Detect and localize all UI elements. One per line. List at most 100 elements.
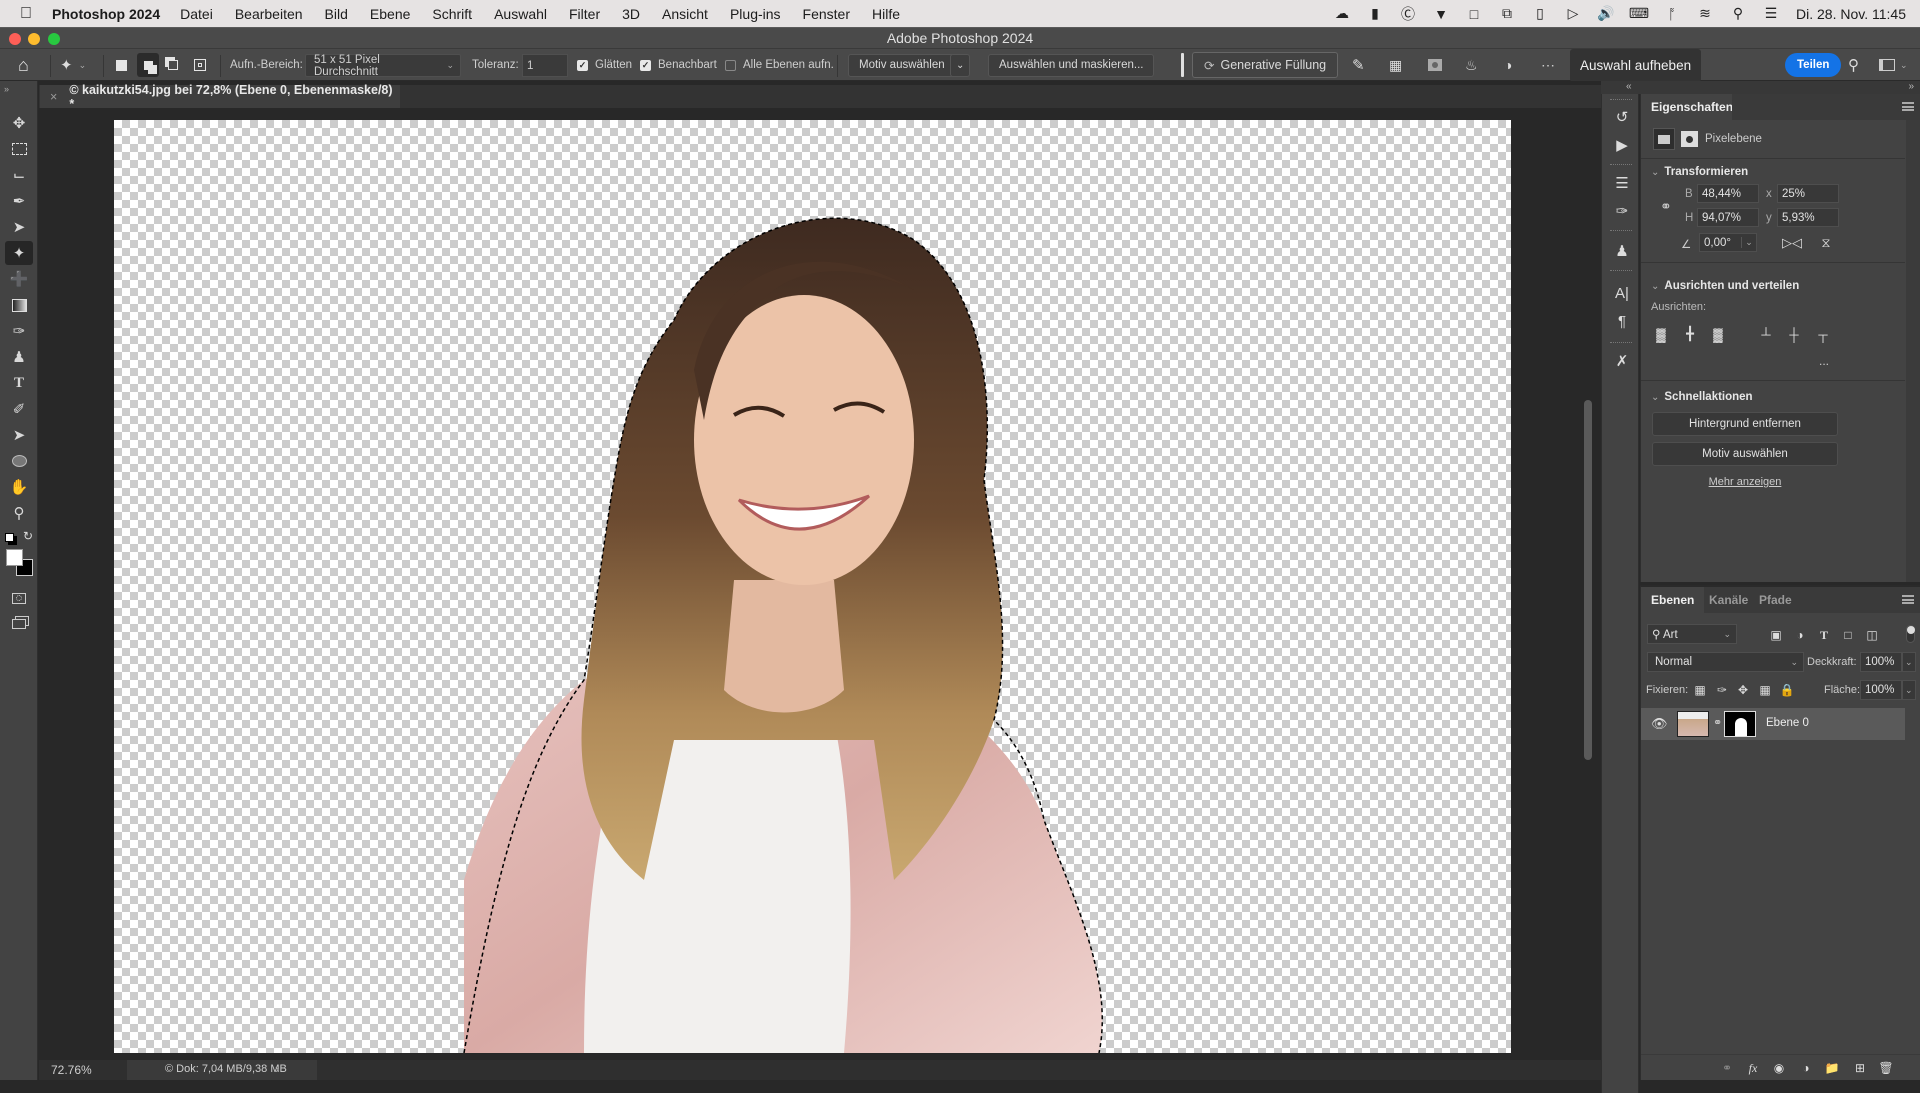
ellipse-tool-icon[interactable] [5, 449, 33, 473]
layer-filter-dropdown[interactable]: ⚲ Art ⌄ [1647, 624, 1737, 644]
default-colors-icon[interactable] [5, 533, 14, 542]
intersect-selection-icon[interactable] [194, 49, 206, 81]
foreground-color-swatch[interactable] [6, 549, 23, 566]
align-right-edges-icon[interactable]: ▓ [1710, 326, 1726, 342]
transform-section-header[interactable]: ⌄ Transformieren [1651, 166, 1748, 178]
menu-hilfe[interactable]: Hilfe [872, 6, 900, 22]
menu-plugins[interactable]: Plug-ins [730, 6, 781, 22]
layer-style-fx-icon[interactable]: fx [1745, 1060, 1761, 1076]
zoom-level[interactable]: 72.76% [51, 1063, 92, 1077]
healing-brush-tool-icon[interactable]: ➕ [5, 267, 33, 291]
battery-monitor-icon[interactable]: ▮ [1367, 5, 1383, 22]
filter-toggle[interactable] [1906, 625, 1915, 643]
sample-size-dropdown[interactable]: 51 x 51 Pixel Durchschnitt ⌄ [305, 54, 461, 78]
lock-all-icon[interactable]: 🔒 [1779, 682, 1795, 698]
menubar-clock[interactable]: Di. 28. Nov. 11:45 [1796, 6, 1906, 22]
character-panel-icon[interactable]: A| [1611, 282, 1633, 304]
align-bottom-edges-icon[interactable]: ┬ [1815, 326, 1831, 342]
link-layers-icon[interactable]: ⚭ [1719, 1060, 1735, 1076]
opacity-input[interactable]: 100% [1860, 652, 1902, 672]
panel-menu-icon[interactable] [1902, 102, 1914, 111]
opacity-slider-toggle[interactable]: ⌄ [1902, 652, 1916, 672]
accessibility-icon[interactable]: Ⓒ [1400, 6, 1416, 22]
properties-scrollbar-track[interactable] [1906, 120, 1920, 582]
contextual-taskbar-handle[interactable] [1181, 53, 1184, 77]
new-group-icon[interactable]: 📁 [1824, 1060, 1840, 1076]
width-input[interactable]: 48,44% [1697, 184, 1759, 203]
search-icon[interactable]: ⚲ [1848, 49, 1859, 81]
magic-wand-preset-icon[interactable]: ✦ ⌄ [60, 49, 86, 81]
apple-menu-icon[interactable]:  [0, 5, 52, 23]
menu-bild[interactable]: Bild [325, 6, 348, 22]
tab-eigenschaften[interactable]: Eigenschaften [1641, 94, 1744, 120]
paragraph-panel-icon[interactable]: ¶ [1611, 310, 1633, 332]
x-input[interactable]: 25% [1777, 184, 1839, 203]
clone-source-panel-icon[interactable]: ♟ [1611, 240, 1633, 262]
blend-mode-dropdown[interactable]: Normal ⌄ [1647, 652, 1804, 672]
select-subject-dropdown[interactable]: ⌄ [950, 53, 971, 77]
menu-bearbeiten[interactable]: Bearbeiten [235, 6, 303, 22]
mask-icon[interactable] [1428, 49, 1442, 81]
history-panel-icon[interactable]: ↺ [1611, 106, 1633, 128]
keyboard-input-icon[interactable]: ⌨ [1629, 5, 1649, 22]
filter-pixel-layers-icon[interactable]: ▣ [1768, 627, 1784, 643]
fill-slider-toggle[interactable]: ⌄ [1902, 680, 1916, 700]
display-icon[interactable]: □ [1466, 6, 1482, 22]
align-section-header[interactable]: ⌄ Ausrichten und verteilen [1651, 280, 1799, 292]
link-proportions-icon[interactable]: ⚭ [1660, 198, 1672, 215]
document-tab[interactable]: × © kaikutzki54.jpg bei 72,8% (Ebene 0, … [40, 83, 400, 111]
fill-bucket-icon[interactable]: ♨ [1465, 49, 1478, 81]
brush-tool-icon[interactable]: ✑ [5, 319, 33, 343]
vertical-scrollbar[interactable] [1584, 400, 1592, 760]
path-selection-tool-icon[interactable]: ➤ [5, 423, 33, 447]
tab-ebenen[interactable]: Ebenen [1641, 587, 1705, 613]
layer-thumbnail[interactable] [1677, 711, 1709, 737]
bluetooth-icon[interactable]: ᚩ [1664, 6, 1680, 22]
brush-settings-panel-icon[interactable]: ✑ [1611, 200, 1633, 222]
layer-visibility-eye-icon[interactable]: 👁 [1651, 716, 1668, 732]
control-center-icon[interactable]: ☰ [1763, 5, 1779, 22]
select-and-mask-button[interactable]: Auswählen und maskieren... [988, 53, 1155, 77]
delete-layer-icon[interactable]: 🗑 [1878, 1060, 1894, 1076]
layers-panel-menu-icon[interactable] [1902, 595, 1914, 604]
expand-dock-icon[interactable]: » [1908, 81, 1914, 92]
layer-row[interactable]: 👁 ⚭ Ebene 0 [1641, 708, 1905, 740]
height-input[interactable]: 94,07% [1697, 208, 1759, 227]
quick-actions-section-header[interactable]: ⌄ Schnellaktionen [1651, 391, 1753, 403]
new-fill-adjustment-layer-icon[interactable]: ◑ [1798, 1060, 1814, 1076]
creative-cloud-icon[interactable]: ☁ [1334, 5, 1350, 22]
add-mask-icon[interactable]: ◉ [1771, 1060, 1787, 1076]
sample-all-layers-checkbox[interactable]: Alle Ebenen aufn. [725, 49, 834, 81]
new-layer-icon[interactable]: ⊞ [1852, 1060, 1868, 1076]
share-button[interactable]: Teilen [1785, 53, 1842, 77]
screen-mirroring-icon[interactable]: ⧉ [1499, 5, 1515, 22]
actions-panel-icon[interactable]: ▶ [1611, 134, 1633, 156]
spotlight-search-icon[interactable]: ⚲ [1730, 5, 1746, 22]
menu-fenster[interactable]: Fenster [803, 6, 850, 22]
rectangular-marquee-tool-icon[interactable] [5, 137, 33, 161]
lock-artboard-icon[interactable]: ▦ [1757, 682, 1773, 698]
adjustments-panel-icon[interactable]: ☰ [1611, 172, 1633, 194]
pen-tool-icon[interactable]: ✐ [5, 397, 33, 421]
menu-3d[interactable]: 3D [622, 6, 640, 22]
close-tab-icon[interactable]: × [50, 90, 57, 104]
more-options-icon[interactable]: ⋯ [1541, 49, 1556, 81]
more-align-options-icon[interactable]: ... [1819, 354, 1829, 368]
brush-tray-icon[interactable]: ▼ [1433, 6, 1449, 22]
layer-name[interactable]: Ebene 0 [1766, 717, 1809, 729]
align-vertical-centers-icon[interactable]: ┼ [1786, 326, 1802, 342]
swap-colors-icon[interactable]: ↻ [23, 529, 33, 543]
menu-ansicht[interactable]: Ansicht [662, 6, 708, 22]
play-icon[interactable]: ▷ [1565, 5, 1581, 22]
tab-pfade[interactable]: Pfade [1749, 587, 1802, 613]
contiguous-checkbox[interactable]: ✓ Benachbart [640, 49, 717, 81]
layer-mask-icon[interactable] [1681, 131, 1698, 147]
menu-datei[interactable]: Datei [180, 6, 213, 22]
image-canvas[interactable] [114, 120, 1511, 1053]
hand-tool-icon[interactable]: ✋ [5, 475, 33, 499]
magic-wand-tool-icon[interactable]: ✦ [5, 241, 33, 265]
layer-mask-thumbnail[interactable] [1724, 711, 1756, 737]
tool-presets-panel-icon[interactable]: ✗ [1611, 350, 1633, 372]
quick-mask-icon[interactable] [5, 586, 33, 610]
menu-ebene[interactable]: Ebene [370, 6, 410, 22]
